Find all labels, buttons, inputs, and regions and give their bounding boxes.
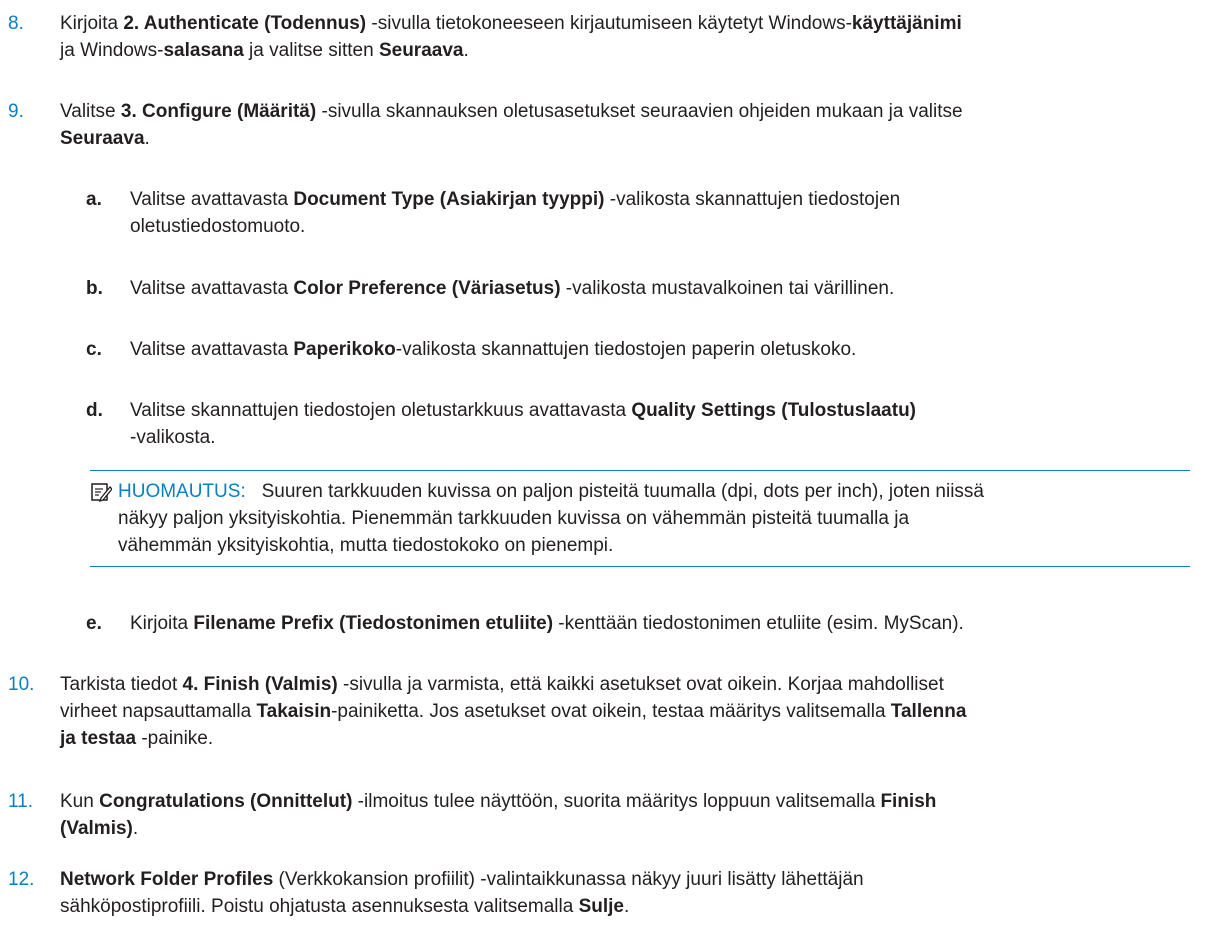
substep-text: Kirjoita Filename Prefix (Tiedostonimen … bbox=[130, 610, 1190, 637]
step-12: 12. Network Folder Profiles (Verkkokansi… bbox=[8, 866, 1190, 920]
substep-letter: b. bbox=[86, 278, 103, 299]
ui-term: käyttäjänimi bbox=[851, 13, 962, 34]
ui-term: Finish bbox=[880, 791, 937, 812]
ui-term: 4. Finish (Valmis) bbox=[182, 674, 338, 695]
step-number: 12. bbox=[8, 869, 35, 890]
text: . bbox=[623, 896, 630, 917]
text: (Verkkokansion profiilit) -valintaikkuna… bbox=[273, 869, 864, 890]
ui-term: Paperikoko bbox=[293, 339, 396, 360]
text: ja Windows- bbox=[60, 40, 164, 61]
step-number: 9. bbox=[8, 101, 24, 122]
substep-b: b. Valitse avattavasta Color Preference … bbox=[86, 275, 1190, 302]
text: Tarkista tiedot bbox=[60, 674, 183, 695]
step-8: 8. Kirjoita 2. Authenticate (Todennus) -… bbox=[8, 10, 1190, 64]
substep-e: e. Kirjoita Filename Prefix (Tiedostonim… bbox=[86, 610, 1190, 637]
ui-term: Network Folder Profiles bbox=[60, 869, 274, 890]
ui-term: ja testaa bbox=[60, 728, 137, 749]
text: . bbox=[463, 40, 469, 61]
ui-term: Takaisin bbox=[256, 701, 332, 722]
step-number: 11. bbox=[8, 791, 34, 812]
note-box: HUOMAUTUS: Suuren tarkkuuden kuvissa on … bbox=[90, 470, 1190, 567]
substep-a: a. Valitse avattavasta Document Type (As… bbox=[86, 186, 1190, 240]
ui-term: Tallenna bbox=[890, 701, 967, 722]
ui-term: Sulje bbox=[578, 896, 624, 917]
ui-term: Seuraava bbox=[60, 128, 145, 149]
substep-text: Valitse avattavasta Paperikoko-valikosta… bbox=[130, 336, 1190, 363]
ui-term: Document Type (Asiakirjan tyyppi) bbox=[293, 189, 605, 210]
step-number: 10. bbox=[8, 674, 35, 695]
text: Kirjoita bbox=[130, 613, 194, 634]
note-pencil-icon bbox=[90, 481, 113, 503]
text: . bbox=[132, 818, 139, 839]
substep-letter: c. bbox=[86, 339, 102, 360]
text: . bbox=[144, 128, 150, 149]
note-label: HUOMAUTUS: bbox=[118, 481, 246, 502]
text: -sivulla ja varmista, että kaikki asetuk… bbox=[337, 674, 944, 695]
text: -painike. bbox=[136, 728, 214, 749]
ui-term: Filename Prefix (Tiedostonimen etuliite) bbox=[193, 613, 554, 634]
manual-page: 8. Kirjoita 2. Authenticate (Todennus) -… bbox=[0, 0, 1206, 926]
text: -ilmoitus tulee näyttöön, suorita määrit… bbox=[352, 791, 881, 812]
substep-letter: d. bbox=[86, 400, 103, 421]
text: Valitse avattavasta bbox=[130, 339, 294, 360]
substep-c: c. Valitse avattavasta Paperikoko-valiko… bbox=[86, 336, 1190, 363]
substep-text: Valitse avattavasta Color Preference (Vä… bbox=[130, 275, 1190, 302]
text: -valikosta mustavalkoinen tai värillinen… bbox=[560, 278, 895, 299]
text: sähköpostiprofiili. Poistu ohjatusta ase… bbox=[60, 896, 579, 917]
text: Valitse skannattujen tiedostojen oletust… bbox=[130, 400, 632, 421]
step-11: 11. Kun Congratulations (Onnittelut) -il… bbox=[8, 788, 1190, 842]
text: -sivulla skannauksen oletusasetukset seu… bbox=[316, 101, 963, 122]
text: oletustiedostomuoto. bbox=[130, 216, 306, 237]
note-line: Suuren tarkkuuden kuvissa on paljon pist… bbox=[261, 481, 984, 502]
substep-d: d. Valitse skannattujen tiedostojen olet… bbox=[86, 397, 1190, 451]
ui-term: Quality Settings (Tulostuslaatu) bbox=[631, 400, 917, 421]
substep-text: Valitse avattavasta Document Type (Asiak… bbox=[130, 186, 1190, 240]
text: ja valitse sitten bbox=[243, 40, 379, 61]
text: Kirjoita bbox=[60, 13, 124, 34]
ui-term: 2. Authenticate (Todennus) bbox=[123, 13, 367, 34]
text: -sivulla tietokoneeseen kirjautumiseen k… bbox=[366, 13, 852, 34]
step-text: Kun Congratulations (Onnittelut) -ilmoit… bbox=[60, 788, 1190, 842]
ui-term: Congratulations (Onnittelut) bbox=[99, 791, 353, 812]
ui-term: Color Preference (Väriasetus) bbox=[293, 278, 561, 299]
text: -painiketta. Jos asetukset ovat oikein, … bbox=[331, 701, 891, 722]
substep-letter: a. bbox=[86, 189, 102, 210]
text: -kenttään tiedostonimen etuliite (esim. … bbox=[553, 613, 964, 634]
step-9: 9. Valitse 3. Configure (Määritä) -sivul… bbox=[8, 98, 1190, 152]
substep-letter: e. bbox=[86, 613, 102, 634]
step-10: 10. Tarkista tiedot 4. Finish (Valmis) -… bbox=[8, 671, 1190, 752]
step-text: Kirjoita 2. Authenticate (Todennus) -siv… bbox=[60, 10, 1190, 64]
text: Valitse avattavasta bbox=[130, 189, 294, 210]
ui-term: 3. Configure (Määritä) bbox=[120, 101, 317, 122]
step-text: Network Folder Profiles (Verkkokansion p… bbox=[60, 866, 1190, 920]
text: -valikosta. bbox=[130, 427, 216, 448]
ui-term: salasana bbox=[163, 40, 244, 61]
note-content: HUOMAUTUS: Suuren tarkkuuden kuvissa on … bbox=[90, 478, 1190, 559]
text: Valitse avattavasta bbox=[130, 278, 294, 299]
text: -valikosta skannattujen tiedostojen pape… bbox=[395, 339, 857, 360]
step-number: 8. bbox=[8, 13, 24, 34]
text: -valikosta skannattujen tiedostojen bbox=[604, 189, 901, 210]
text: Valitse bbox=[60, 101, 121, 122]
note-line: vähemmän yksityiskohtia, mutta tiedostok… bbox=[118, 535, 614, 556]
substep-text: Valitse skannattujen tiedostojen oletust… bbox=[130, 397, 1190, 451]
text: virheet napsauttamalla bbox=[60, 701, 257, 722]
text: Kun bbox=[60, 791, 100, 812]
note-line: näkyy paljon yksityiskohtia. Pienemmän t… bbox=[118, 508, 910, 529]
ui-term: (Valmis) bbox=[60, 818, 133, 839]
ui-term: Seuraava bbox=[378, 40, 464, 61]
step-text: Tarkista tiedot 4. Finish (Valmis) -sivu… bbox=[60, 671, 1190, 752]
step-text: Valitse 3. Configure (Määritä) -sivulla … bbox=[60, 98, 1190, 152]
